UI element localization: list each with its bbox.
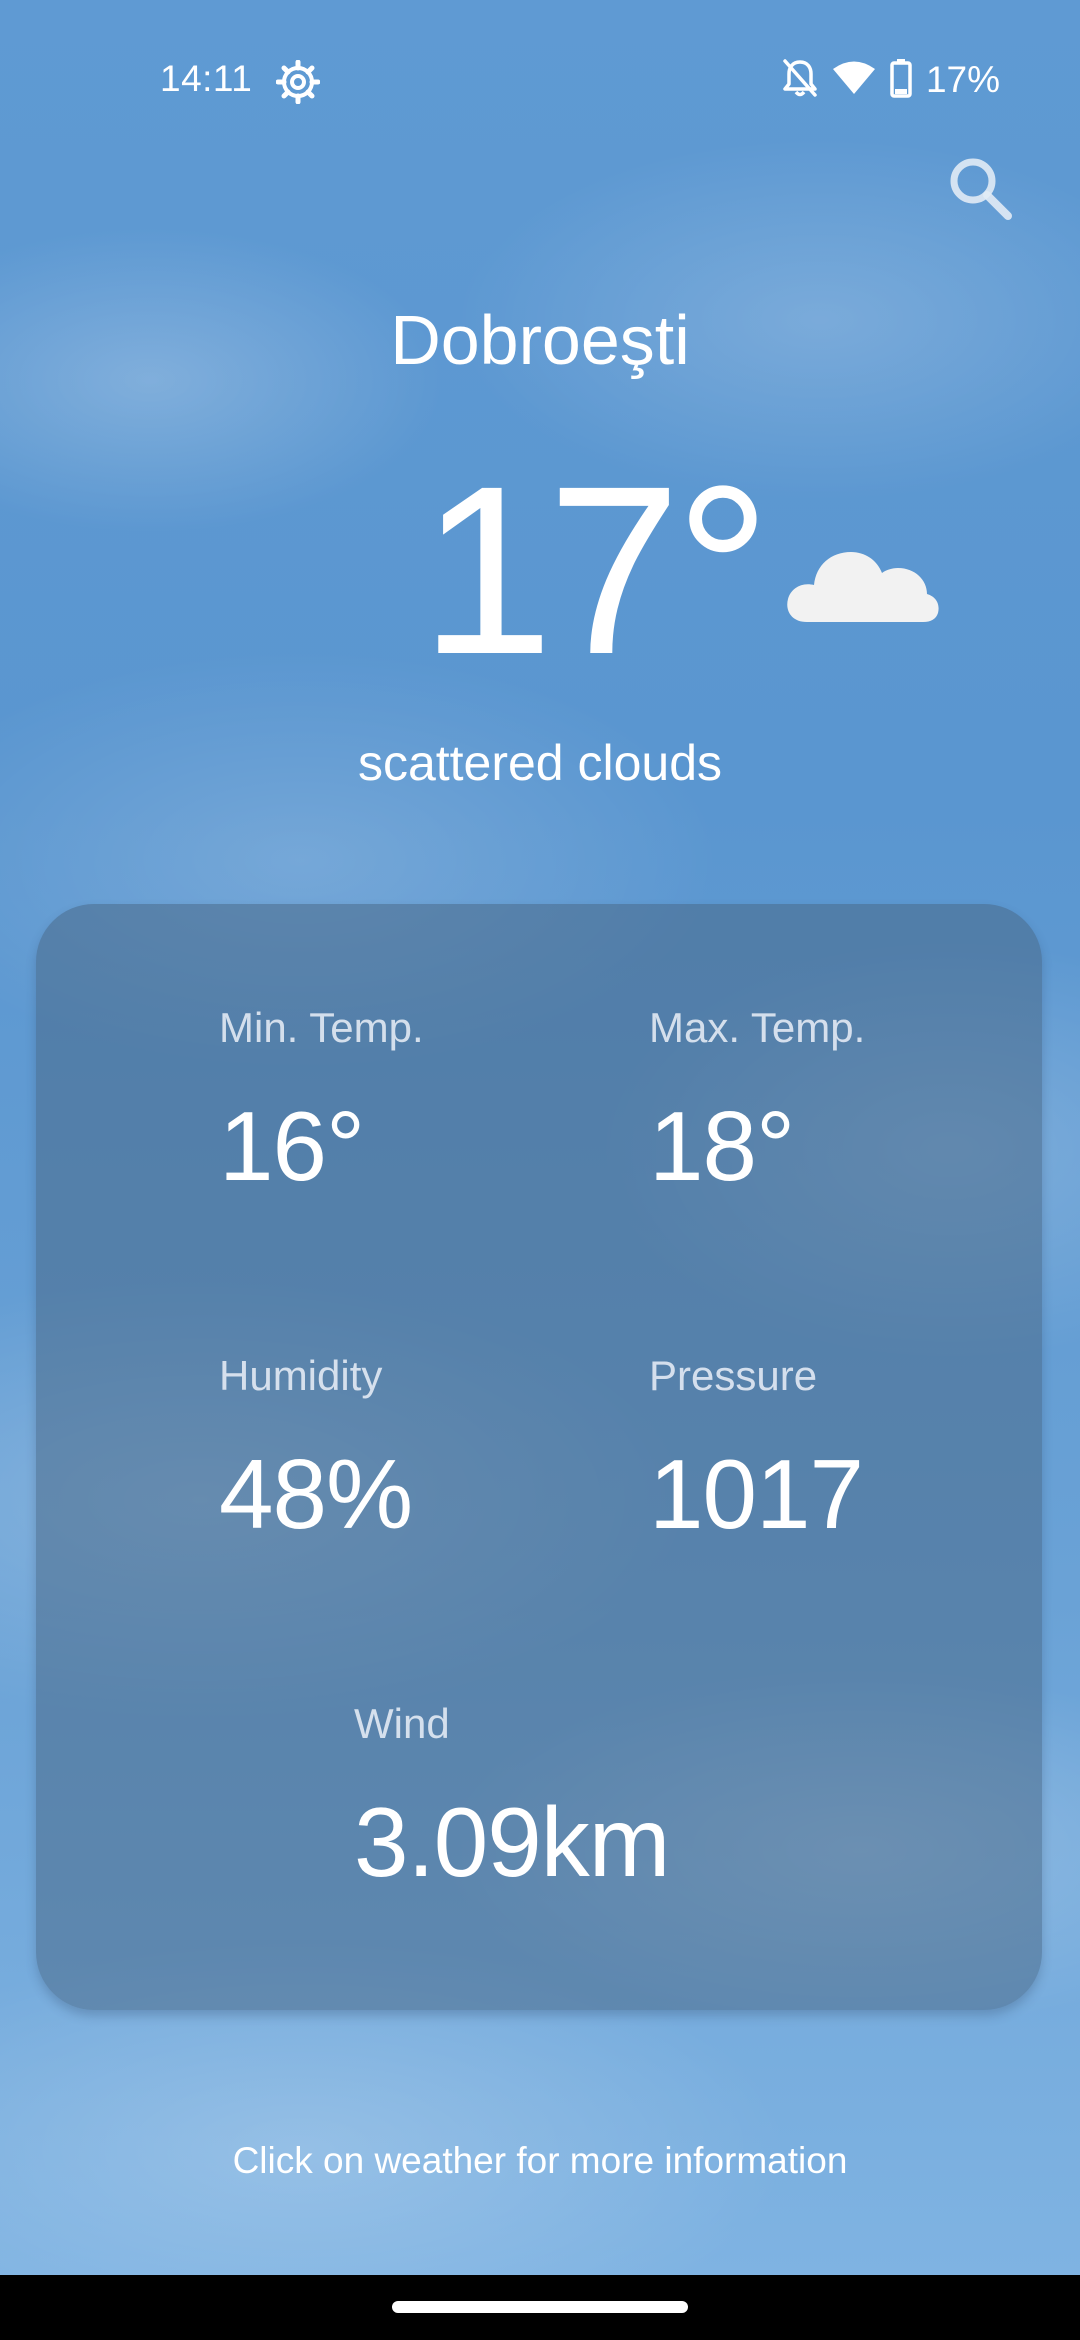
wind-label: Wind bbox=[354, 1700, 450, 1747]
max-temp-label: Max. Temp. bbox=[649, 1004, 866, 1051]
max-temp-stat: Max. Temp. 18° bbox=[649, 1004, 865, 1203]
pressure-label: Pressure bbox=[649, 1352, 818, 1399]
max-temp-value: 18° bbox=[649, 1091, 795, 1201]
weather-details-card: Min. Temp. 16° Max. Temp. 18° Humidity 4… bbox=[36, 904, 1042, 2010]
humidity-value: 48% bbox=[219, 1439, 413, 1549]
city-name: Dobroeşti bbox=[390, 301, 690, 379]
cloud-icon[interactable] bbox=[785, 530, 940, 630]
search-icon bbox=[950, 158, 1012, 220]
pressure-stat: Pressure 1017 bbox=[649, 1352, 864, 1551]
min-temp-label: Min. Temp. bbox=[219, 1004, 424, 1051]
home-handle[interactable] bbox=[392, 2301, 688, 2313]
min-temp-stat: Min. Temp. 16° bbox=[219, 1004, 424, 1203]
min-temp-value: 16° bbox=[219, 1091, 365, 1201]
humidity-stat: Humidity 48% bbox=[219, 1352, 413, 1551]
search-button[interactable] bbox=[940, 148, 1020, 228]
wifi-icon bbox=[832, 60, 876, 101]
wind-stat: Wind 3.09km bbox=[354, 1700, 670, 1899]
current-weather[interactable]: 17° bbox=[420, 436, 771, 704]
weather-description: scattered clouds bbox=[357, 735, 723, 791]
battery-percent: 17% bbox=[925, 59, 1000, 100]
wind-value: 3.09km bbox=[354, 1787, 670, 1897]
status-icons: 17% bbox=[782, 56, 1000, 104]
humidity-label: Humidity bbox=[219, 1352, 383, 1399]
battery-icon bbox=[890, 58, 912, 103]
current-temperature: 17° bbox=[420, 436, 771, 704]
settings-icon bbox=[275, 59, 321, 105]
notifications-off-icon bbox=[782, 58, 818, 103]
pressure-value: 1017 bbox=[649, 1439, 864, 1549]
status-time: 14:11 bbox=[160, 58, 253, 99]
footer-hint: Click on weather for more information bbox=[232, 2140, 848, 2181]
status-bar: 14:11 17% bbox=[0, 0, 1080, 165]
